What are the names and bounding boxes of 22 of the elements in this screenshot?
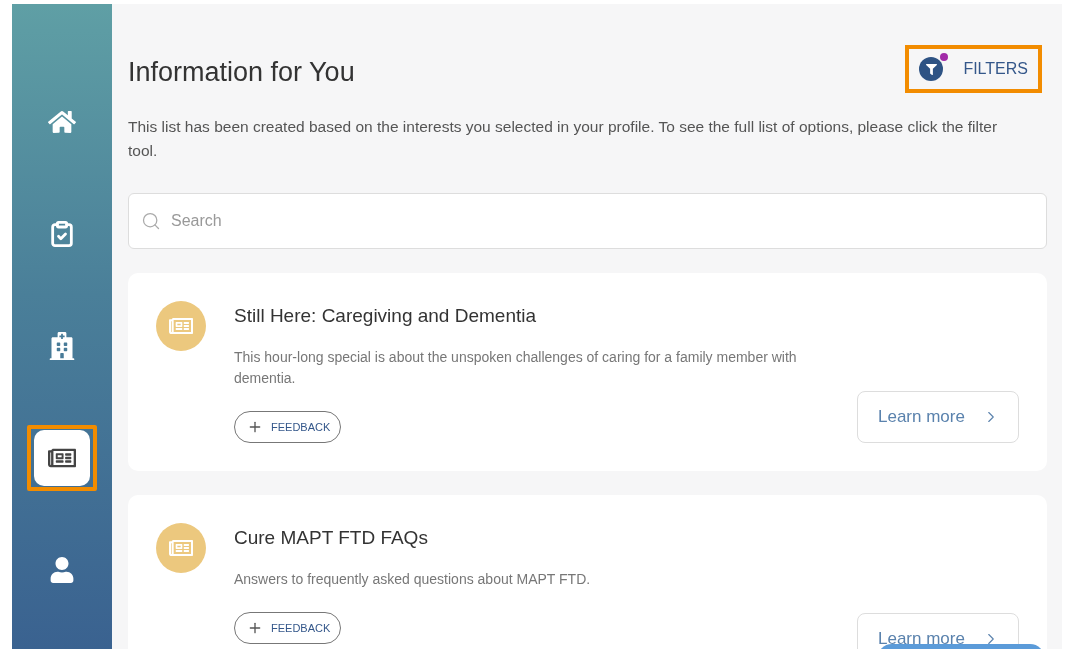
learn-more-button[interactable]: Learn more [857,391,1019,443]
home-icon [48,108,76,136]
newspaper-icon [156,523,206,573]
feedback-button[interactable]: FEEDBACK [234,411,342,443]
user-icon [49,557,75,583]
plus-icon [247,620,263,636]
learn-more-button[interactable]: Learn more [857,613,1019,649]
nav-button[interactable] [34,430,90,486]
search-icon [141,211,161,231]
page-title: Information for You [128,56,355,88]
feedback-button[interactable]: FEEDBACK [234,612,342,644]
description-text: This list has been created based on the interests you selected in your profile. To see the full list of options, please click the filter tool. [128,117,999,161]
plus-icon [247,419,263,435]
newspaper-icon [156,301,206,351]
article-title: Still Here: Caregiving and Dementia [234,305,537,327]
article-description: This hour-long special is about the unspoken challenges of caring for a family member with dementia. [234,348,798,388]
article-description: Answers to frequently asked questions about MAPT FTD. [234,570,591,589]
filter-icon [925,63,937,75]
clipboard-check-icon [48,220,76,248]
article-title: Cure MAPT FTD FAQs [234,527,428,549]
filters-button[interactable]: FILTERS [919,57,1028,81]
hospital-icon [48,332,76,360]
